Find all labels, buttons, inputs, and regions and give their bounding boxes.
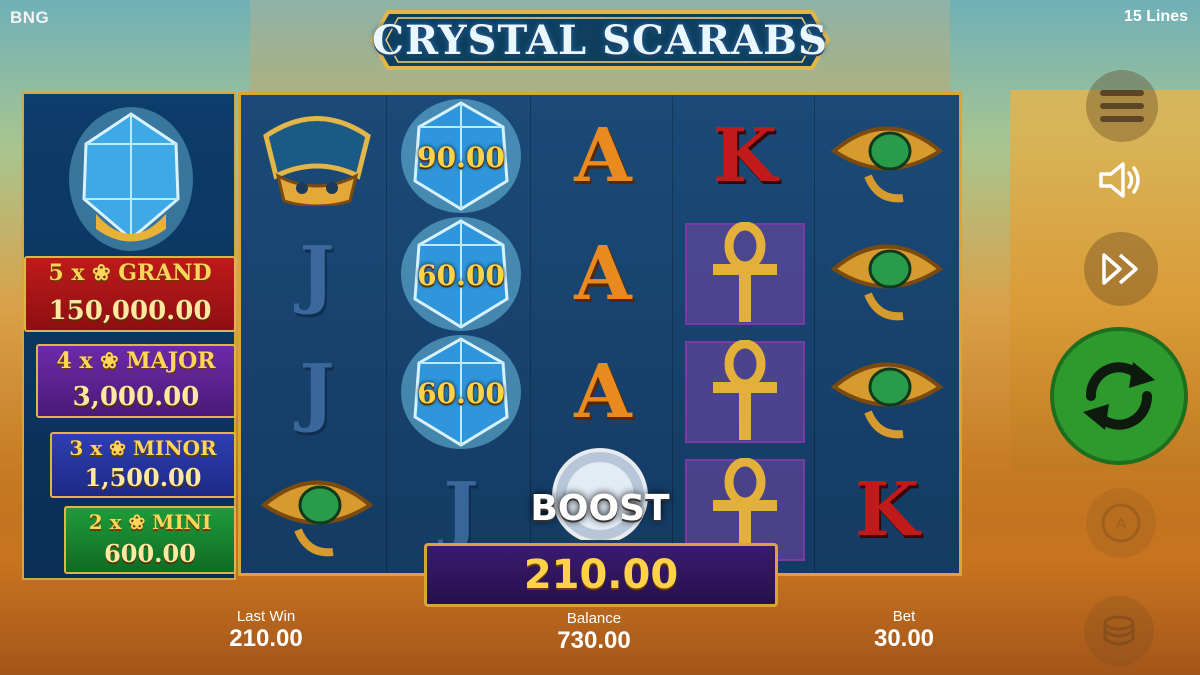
eye-of-horus-icon bbox=[830, 362, 944, 439]
game-title-banner: CRYSTAL SCARABS bbox=[368, 8, 832, 72]
win-amount: 210.00 bbox=[523, 552, 679, 598]
jackpot-grand-value: 150,000.00 bbox=[48, 296, 212, 326]
balance: Balance 730.00 bbox=[524, 610, 664, 655]
crown-icon bbox=[263, 116, 371, 206]
last-win-value: 210.00 bbox=[229, 625, 303, 652]
symbol-j: J bbox=[247, 333, 387, 451]
bet[interactable]: Bet 30.00 bbox=[834, 608, 974, 653]
scarab-symbol: 60.00 bbox=[391, 333, 531, 451]
menu-icon bbox=[1100, 90, 1144, 122]
lines-count: 15 Lines bbox=[1123, 8, 1188, 25]
scarab-value: 90.00 bbox=[417, 141, 505, 174]
eye-symbol bbox=[817, 215, 957, 333]
symbol-j-letter: J bbox=[443, 467, 479, 553]
jackpot-minor-label: 3 x ❀ MINOR bbox=[69, 436, 217, 460]
speaker-icon bbox=[1099, 162, 1140, 198]
jackpot-mini: 2 x ❀ MINI 600.00 bbox=[64, 506, 236, 574]
fast-forward-icon bbox=[1102, 253, 1138, 285]
symbol-a: A bbox=[533, 333, 673, 451]
ankh-symbol bbox=[675, 333, 815, 451]
win-amount-box: 210.00 bbox=[424, 543, 778, 607]
ankh-icon bbox=[713, 222, 777, 322]
jackpot-mini-label: 2 x ❀ MINI bbox=[88, 510, 212, 534]
symbol-a-letter: A bbox=[574, 231, 632, 317]
symbol-j-letter: J bbox=[299, 231, 335, 317]
crystal-scarab-icon bbox=[69, 107, 193, 251]
symbol-a-letter: A bbox=[574, 349, 632, 435]
symbol-k: K bbox=[817, 451, 957, 569]
brand-logo: BNG bbox=[10, 8, 50, 27]
menu-button[interactable] bbox=[1086, 70, 1158, 142]
jackpot-major: 4 x ❀ MAJOR 3,000.00 bbox=[36, 344, 236, 418]
jackpot-major-label: 4 x ❀ MAJOR bbox=[56, 348, 216, 374]
symbol-k-letter: K bbox=[712, 113, 778, 199]
jackpot-grand-label: 5 x ❀ GRAND bbox=[48, 260, 212, 286]
jackpot-grand: 5 x ❀ GRAND 150,000.00 bbox=[24, 256, 236, 332]
crown-symbol bbox=[247, 97, 387, 215]
ankh-icon bbox=[713, 340, 777, 440]
reel-4: K bbox=[675, 95, 815, 573]
jackpot-major-value: 3,000.00 bbox=[72, 382, 200, 412]
bet-value[interactable]: 30.00 bbox=[834, 625, 974, 653]
symbol-j-letter: J bbox=[299, 349, 335, 435]
balance-value: 730.00 bbox=[557, 627, 631, 654]
svg-text:A: A bbox=[1116, 516, 1127, 533]
scarab-symbol: 90.00 bbox=[391, 97, 531, 215]
scarab-cash: 60.00 bbox=[399, 215, 523, 333]
spin-button[interactable] bbox=[1050, 327, 1188, 465]
scarab-value: 60.00 bbox=[417, 259, 505, 292]
ankh-symbol bbox=[675, 215, 815, 333]
jackpot-mini-value: 600.00 bbox=[104, 539, 196, 568]
sound-button[interactable] bbox=[1090, 150, 1150, 210]
refresh-icon bbox=[1083, 362, 1155, 430]
reel-5: K bbox=[817, 95, 957, 573]
turbo-button[interactable] bbox=[1084, 232, 1158, 306]
symbol-a: A bbox=[533, 215, 673, 333]
scarab-symbol: 60.00 bbox=[391, 215, 531, 333]
eye-of-horus-icon bbox=[830, 126, 944, 203]
last-win: Last Win 210.00 bbox=[196, 608, 336, 653]
reel-1: J J bbox=[247, 95, 387, 573]
last-win-label: Last Win bbox=[236, 608, 296, 625]
boost-label: BOOST bbox=[530, 488, 670, 529]
reel-2: 90.00 60.00 60.00 J bbox=[391, 95, 531, 573]
eye-symbol bbox=[817, 97, 957, 215]
symbol-j: J bbox=[247, 215, 387, 333]
eye-of-horus-icon bbox=[260, 480, 374, 557]
eye-symbol bbox=[817, 333, 957, 451]
coins-icon bbox=[1103, 615, 1135, 646]
symbol-k: K bbox=[675, 97, 815, 215]
balance-label: Balance bbox=[566, 610, 622, 627]
symbol-k-letter: K bbox=[854, 467, 920, 553]
autoplay-icon: A bbox=[1101, 503, 1141, 543]
scarab-cash: 90.00 bbox=[399, 97, 523, 215]
bet-coins-button[interactable] bbox=[1084, 596, 1154, 666]
jackpot-minor: 3 x ❀ MINOR 1,500.00 bbox=[50, 432, 236, 498]
symbol-a-letter: A bbox=[574, 113, 632, 199]
autoplay-button[interactable]: A bbox=[1086, 488, 1156, 558]
eye-of-horus-icon bbox=[830, 244, 944, 321]
jackpot-minor-value: 1,500.00 bbox=[84, 463, 202, 492]
scarab-cash: 60.00 bbox=[399, 333, 523, 451]
symbol-a: A bbox=[533, 97, 673, 215]
game-title: CRYSTAL SCARABS bbox=[372, 16, 828, 64]
eye-symbol bbox=[247, 451, 387, 569]
bet-label: Bet bbox=[892, 608, 916, 625]
scarab-value: 60.00 bbox=[417, 377, 505, 410]
